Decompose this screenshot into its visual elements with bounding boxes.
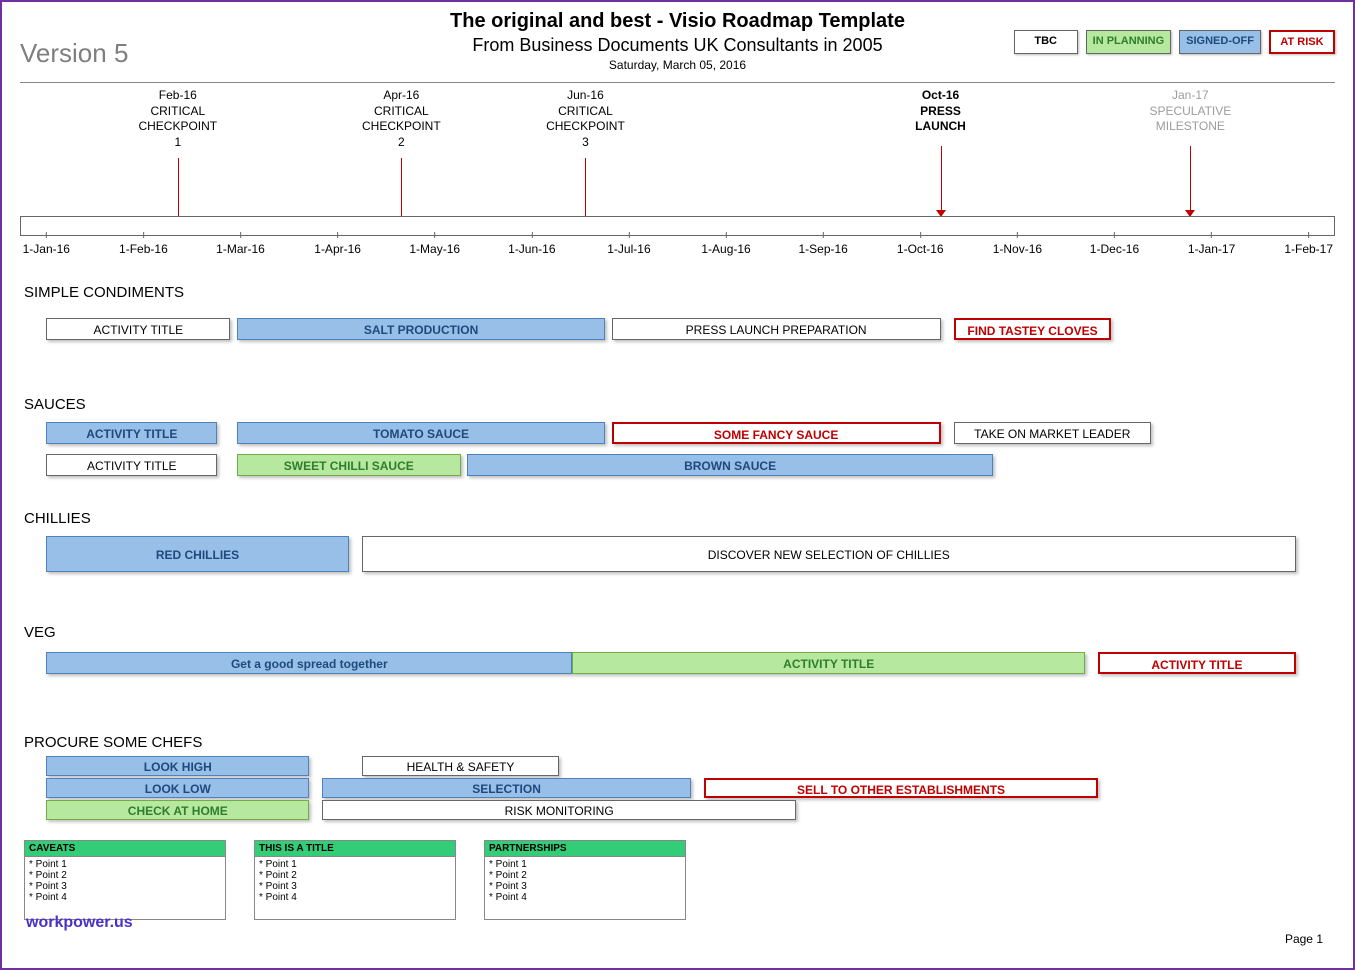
page-date: Saturday, March 05, 2016 [2,58,1353,72]
timeline-bar [20,216,1335,236]
box-caveats: CAVEATS * Point 1* Point 2* Point 3* Poi… [24,840,226,920]
activity-bar[interactable]: ACTIVITY TITLE [572,652,1085,674]
timeline-tick: 1-Feb-17 [1284,242,1333,256]
activity-bar[interactable]: LOOK LOW [46,778,309,798]
lane-procure-row-2: LOOK LOW SELECTION SELL TO OTHER ESTABLISH… [20,778,1335,800]
activity-bar[interactable]: SOME FANCY SAUCE [612,422,941,444]
box-thisis: THIS IS A TITLE * Point 1* Point 2* Poin… [254,840,456,920]
timeline-tick: 1-Jun-16 [508,242,555,256]
activity-bar[interactable]: PRESS LAUNCH PREPARATION [612,318,941,340]
box-partnerships: PARTNERSHIPS * Point 1* Point 2* Point 3… [484,840,686,920]
activity-bar[interactable]: RISK MONITORING [322,800,795,820]
timeline-tick: 1-Apr-16 [314,242,361,256]
box-point: * Point 4 [489,892,681,903]
box-point: * Point 4 [259,892,451,903]
lane-sauces-row-1: ACTIVITY TITLE TOMATO SAUCE SOME FANCY SAU… [20,422,1335,448]
activity-bar[interactable]: CHECK AT HOME [46,800,309,820]
legend: TBC IN PLANNING SIGNED-OFF AT RISK [1014,30,1335,54]
watermark: workpower.us [26,914,133,932]
lane-title-chillies: CHILLIES [24,510,91,527]
timeline-tick: 1-May-16 [409,242,460,256]
box-point: * Point 2 [259,870,451,881]
box-point: * Point 1 [259,859,451,870]
box-partnerships-body: * Point 1* Point 2* Point 3* Point 4 [485,857,685,905]
milestone-connector [401,158,402,216]
box-caveats-body: * Point 1* Point 2* Point 3* Point 4 [25,857,225,905]
milestone: Oct-16PRESSLAUNCH [915,88,966,135]
legend-in-planning: IN PLANNING [1086,30,1172,54]
lane-procure-row-3: CHECK AT HOME RISK MONITORING [20,800,1335,822]
timeline-tick: 1-Oct-16 [897,242,944,256]
box-thisis-body: * Point 1* Point 2* Point 3* Point 4 [255,857,455,905]
activity-bar[interactable]: SALT PRODUCTION [237,318,605,340]
activity-bar[interactable]: SWEET CHILLI SAUCE [237,454,461,476]
box-point: * Point 3 [259,881,451,892]
page-number: Page 1 [1285,932,1323,946]
timeline-tick: 1-Mar-16 [216,242,265,256]
timeline-tick: 1-Jan-16 [23,242,70,256]
activity-bar[interactable]: SELECTION [322,778,690,798]
timeline: Feb-16CRITICALCHECKPOINT1✕Apr-16CRITICAL… [20,88,1335,268]
milestone: Apr-16CRITICALCHECKPOINT2 [362,88,441,150]
legend-at-risk: AT RISK [1269,30,1335,54]
lane-chillies: RED CHILLIES DISCOVER NEW SELECTION OF CH… [20,536,1335,576]
activity-bar[interactable]: ACTIVITY TITLE [46,318,230,340]
activity-bar[interactable]: FIND TASTEY CLOVES [954,318,1112,340]
timeline-tick: 1-Sep-16 [798,242,847,256]
milestone: Jan-17SPECULATIVEMILESTONE [1149,88,1231,135]
milestone-connector [941,146,942,216]
lane-veg: Get a good spread togetherACTIVITY TITLE… [20,652,1335,680]
lane-procure-row-1: LOOK HIGH HEALTH & SAFETY [20,756,1335,778]
box-point: * Point 3 [489,881,681,892]
box-point: * Point 2 [489,870,681,881]
box-partnerships-head: PARTNERSHIPS [485,841,685,857]
legend-signed-off: SIGNED-OFF [1179,30,1261,54]
activity-bar[interactable]: TAKE ON MARKET LEADER [954,422,1151,444]
milestone: Jun-16CRITICALCHECKPOINT3 [546,88,625,150]
header-divider [20,82,1335,83]
timeline-ticks: 1-Jan-16 1-Feb-16 1-Mar-16 1-Apr-16 1-May-16… [20,242,1335,258]
box-point: * Point 4 [29,892,221,903]
activity-bar[interactable]: HEALTH & SAFETY [362,756,559,776]
timeline-tick: 1-Aug-16 [701,242,750,256]
lane-title-simple-condiments: SIMPLE CONDIMENTS [24,284,184,301]
milestone-connector [585,158,586,216]
lane-title-veg: VEG [24,624,56,641]
activity-bar[interactable]: TOMATO SAUCE [237,422,605,444]
activity-bar[interactable]: SELL TO OTHER ESTABLISHMENTS [704,778,1099,798]
box-point: * Point 1 [29,859,221,870]
activity-bar[interactable]: RED CHILLIES [46,536,348,572]
lane-title-procure: PROCURE SOME CHEFS [24,734,202,751]
timeline-tick: 1-Dec-16 [1090,242,1139,256]
box-caveats-head: CAVEATS [25,841,225,857]
lane-title-sauces: SAUCES [24,396,86,413]
milestone: Feb-16CRITICALCHECKPOINT1 [138,88,217,150]
lane-simple-condiments: ACTIVITY TITLE SALT PRODUCTION PRESS LAUNC… [20,318,1335,346]
timeline-tick: 1-Nov-16 [993,242,1042,256]
activity-bar[interactable]: Get a good spread together [46,652,572,674]
legend-tbc: TBC [1014,30,1078,54]
timeline-tick: 1-Jan-17 [1188,242,1235,256]
activity-bar[interactable]: LOOK HIGH [46,756,309,776]
activity-bar[interactable]: BROWN SAUCE [467,454,993,476]
box-thisis-head: THIS IS A TITLE [255,841,455,857]
lane-sauces-row-2: ACTIVITY TITLE SWEET CHILLI SAUCE BROWN SA… [20,454,1335,480]
box-point: * Point 1 [489,859,681,870]
milestone-connector [1190,146,1191,216]
activity-bar[interactable]: ACTIVITY TITLE [46,422,217,444]
box-point: * Point 3 [29,881,221,892]
activity-bar[interactable]: DISCOVER NEW SELECTION OF CHILLIES [362,536,1296,572]
timeline-tick: 1-Jul-16 [607,242,650,256]
milestone-connector [178,158,179,216]
activity-bar[interactable]: ACTIVITY TITLE [1098,652,1295,674]
box-point: * Point 2 [29,870,221,881]
activity-bar[interactable]: ACTIVITY TITLE [46,454,217,476]
timeline-tick: 1-Feb-16 [119,242,168,256]
